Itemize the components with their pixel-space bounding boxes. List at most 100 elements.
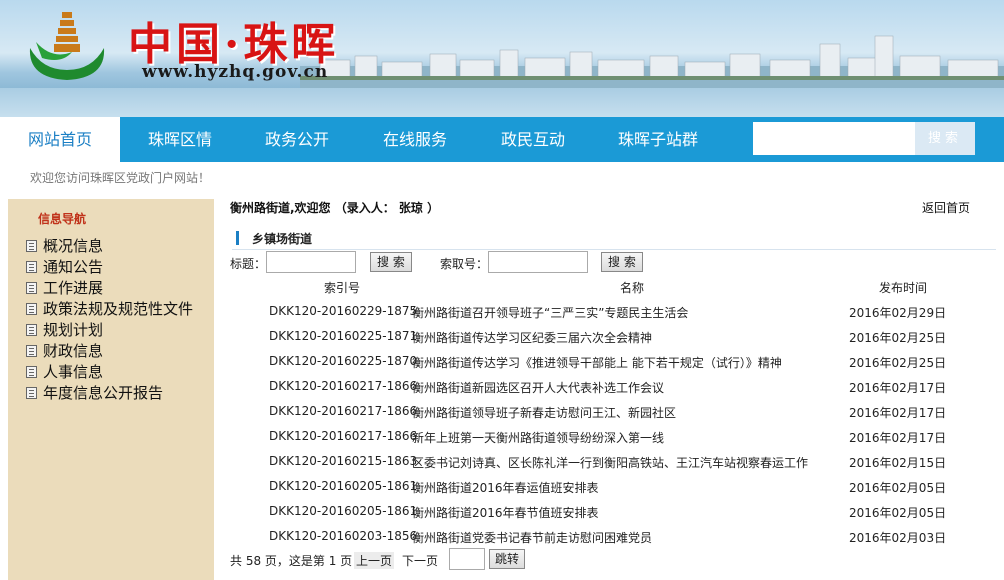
table-row: DKK120-20160217-1866 新年上班第一天衡州路街道领导纷纷深入第…: [230, 424, 996, 449]
nav-item-district-info[interactable]: 珠晖区情: [120, 117, 240, 162]
sidebar-item-label: 概况信息: [43, 237, 104, 255]
section-title: 乡镇场街道: [252, 232, 313, 246]
document-icon: [26, 281, 37, 294]
table-row: DKK120-20160205-1861 衡州路街道2016年春节值班安排表 2…: [230, 499, 996, 524]
row-index: DKK120-20160225-1870: [269, 354, 418, 368]
row-title-link[interactable]: 衡州路街道领导班子新春走访慰问王江、新园社区: [412, 404, 676, 421]
site-banner: 中国·珠晖 www.hyzhq.gov.cn: [0, 0, 1004, 117]
site-search-input[interactable]: [753, 122, 915, 155]
nav-item-online-service[interactable]: 在线服务: [355, 117, 475, 162]
document-icon: [26, 365, 37, 378]
sidebar-item-overview[interactable]: 概况信息: [26, 235, 193, 256]
jump-button[interactable]: 跳转: [489, 549, 526, 569]
document-icon: [26, 302, 37, 315]
document-icon: [26, 260, 37, 273]
title-filter-label: 标题：: [230, 257, 267, 271]
sidebar-item-label: 政策法规及规范性文件: [43, 300, 194, 318]
row-date: 2016年02月17日: [849, 431, 947, 445]
row-title-link[interactable]: 衡州路街道2016年春运值班安排表: [412, 479, 599, 496]
row-date: 2016年02月29日: [849, 306, 947, 320]
sidebar-title: 信息导航: [38, 212, 87, 226]
prev-page-link[interactable]: 上一页: [354, 552, 395, 569]
section-marker: [236, 231, 239, 245]
row-title-link[interactable]: 衡州路街道传达学习《推进领导干部能上 能下若干规定（试行）》精神: [412, 354, 782, 371]
table-row: DKK120-20160225-1870 衡州路街道传达学习《推进领导干部能上 …: [230, 349, 996, 374]
sidebar-item-label: 人事信息: [43, 363, 104, 381]
site-search-button[interactable]: 搜索: [915, 122, 975, 155]
sidebar-item-annual-report[interactable]: 年度信息公开报告: [26, 382, 193, 403]
document-icon: [26, 344, 37, 357]
row-date: 2016年02月17日: [849, 381, 947, 395]
row-index: DKK120-20160215-1863: [269, 454, 418, 468]
sidebar-item-progress[interactable]: 工作进展: [26, 277, 193, 298]
sidebar-item-personnel[interactable]: 人事信息: [26, 361, 193, 382]
table-row: DKK120-20160217-1866 衡州路街道领导班子新春走访慰问王江、新…: [230, 399, 996, 424]
row-date: 2016年02月15日: [849, 456, 947, 470]
section-header: 乡镇场街道: [232, 228, 996, 250]
row-date: 2016年02月05日: [849, 481, 947, 495]
sidebar-item-finance[interactable]: 财政信息: [26, 340, 193, 361]
row-date: 2016年02月25日: [849, 331, 947, 345]
user-welcome: 衡州路街道,欢迎您 （录入人： 张琼 ）: [230, 201, 440, 215]
row-index: DKK120-20160205-1861: [269, 479, 418, 493]
sidebar-item-label: 通知公告: [43, 258, 104, 276]
row-index: DKK120-20160225-1871: [269, 329, 418, 343]
row-date: 2016年02月05日: [849, 506, 947, 520]
table-row: DKK120-20160215-1863 区委书记刘诗真、区长陈礼洋一行到衡阳高…: [230, 449, 996, 474]
row-title-link[interactable]: 衡州路街道传达学习区纪委三届六次全会精神: [412, 329, 652, 346]
table-row: DKK120-20160225-1871 衡州路街道传达学习区纪委三届六次全会精…: [230, 324, 996, 349]
row-index: DKK120-20160217-1866: [269, 429, 418, 443]
table-row: DKK120-20160217-1866 衡州路街道新园选区召开人大代表补选工作…: [230, 374, 996, 399]
nav-item-substations[interactable]: 珠晖子站群: [598, 117, 718, 162]
column-header-name: 名称: [620, 281, 645, 295]
row-date: 2016年02月17日: [849, 406, 947, 420]
main-nav: 网站首页 珠晖区情 政务公开 在线服务 政民互动 珠晖子站群 搜索: [0, 117, 1004, 162]
filter-bar: 标题： 搜 索 索取号： 搜 索: [230, 251, 996, 275]
document-icon: [26, 323, 37, 336]
row-index: DKK120-20160217-1866: [269, 404, 418, 418]
row-index: DKK120-20160217-1866: [269, 379, 418, 393]
sidebar-item-label: 财政信息: [43, 342, 104, 360]
title-search-button[interactable]: 搜 索: [370, 252, 412, 272]
index-search-button[interactable]: 搜 索: [601, 252, 643, 272]
table-row: DKK120-20160205-1861 衡州路街道2016年春运值班安排表 2…: [230, 474, 996, 499]
row-title-link[interactable]: 新年上班第一天衡州路街道领导纷纷深入第一线: [412, 429, 664, 446]
sidebar-item-label: 规划计划: [43, 321, 104, 339]
index-filter-label: 索取号：: [440, 257, 489, 271]
page-number-input[interactable]: [449, 548, 485, 570]
row-date: 2016年02月25日: [849, 356, 947, 370]
table-row: DKK120-20160203-1856 衡州路街道党委书记春节前走访慰问困难党…: [230, 524, 996, 549]
pager-summary: 共 58 页，这是第 1 页: [230, 554, 353, 568]
row-title-link[interactable]: 区委书记刘诗真、区长陈礼洋一行到衡阳高铁站、王江汽车站视察春运工作: [412, 454, 808, 471]
sidebar: 信息导航 概况信息 通知公告 工作进展 政策法规及规范性文件 规划计划 财政信息…: [8, 199, 214, 580]
nav-item-gov-affairs[interactable]: 政务公开: [237, 117, 357, 162]
site-url: www.hyzhq.gov.cn: [142, 62, 329, 82]
pagination: 共 58 页，这是第 1 页 上一页 下一页 跳转: [230, 548, 996, 572]
column-header-date: 发布时间: [879, 281, 928, 295]
row-index: DKK120-20160205-1861: [269, 504, 418, 518]
welcome-text: 欢迎您访问珠晖区党政门户网站！: [30, 171, 211, 185]
row-title-link[interactable]: 衡州路街道召开领导班子“三严三实”专题民主生活会: [412, 304, 688, 321]
row-title-link[interactable]: 衡州路街道新园选区召开人大代表补选工作会议: [412, 379, 664, 396]
sidebar-item-plans[interactable]: 规划计划: [26, 319, 193, 340]
index-filter-input[interactable]: [488, 251, 588, 273]
river: [0, 88, 1004, 117]
row-title-link[interactable]: 衡州路街道党委书记春节前走访慰问困难党员: [412, 529, 652, 546]
nav-item-home[interactable]: 网站首页: [0, 117, 120, 162]
sidebar-item-notices[interactable]: 通知公告: [26, 256, 193, 277]
sidebar-list: 概况信息 通知公告 工作进展 政策法规及规范性文件 规划计划 财政信息 人事信息…: [26, 235, 193, 403]
nav-item-interaction[interactable]: 政民互动: [473, 117, 593, 162]
row-index: DKK120-20160229-1875: [269, 304, 418, 318]
back-home-link[interactable]: 返回首页: [922, 199, 970, 216]
row-title-link[interactable]: 衡州路街道2016年春节值班安排表: [412, 504, 599, 521]
sidebar-item-label: 年度信息公开报告: [43, 384, 164, 402]
row-index: DKK120-20160203-1856: [269, 529, 418, 543]
city-skyline-image: [300, 35, 1004, 90]
document-icon: [26, 239, 37, 252]
column-header-index: 索引号: [324, 281, 361, 295]
title-filter-input[interactable]: [266, 251, 356, 273]
sidebar-item-policies[interactable]: 政策法规及规范性文件: [26, 298, 193, 319]
next-page-link[interactable]: 下一页: [402, 552, 438, 569]
table-row: DKK120-20160229-1875 衡州路街道召开领导班子“三严三实”专题…: [230, 299, 996, 324]
sidebar-item-label: 工作进展: [43, 279, 104, 297]
